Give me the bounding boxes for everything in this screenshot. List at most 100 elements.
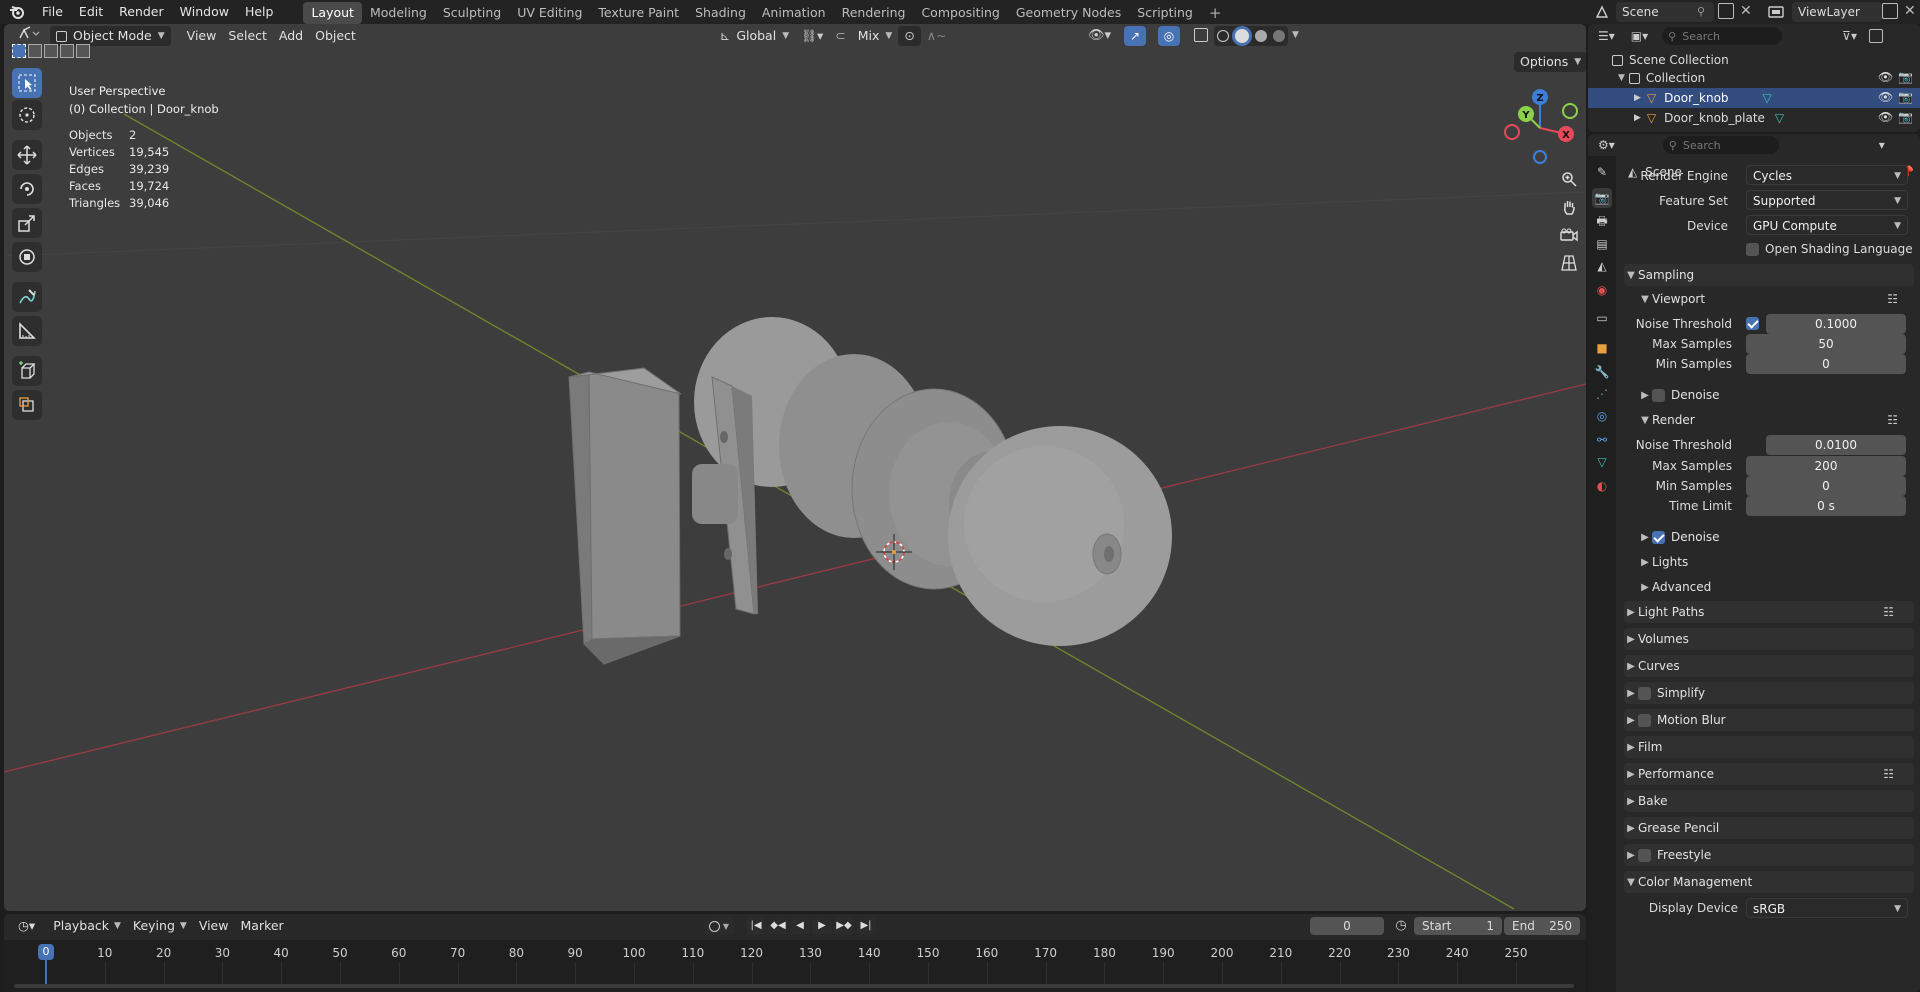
advanced-subpanel-header[interactable]: ▶ Advanced [1638,577,1711,597]
data-tab-icon[interactable]: ▽ [1592,452,1612,472]
cursor-tool[interactable] [12,100,42,130]
curves-panel-header[interactable]: ▶ Curves [1624,655,1914,677]
light-paths-panel-header[interactable]: ▶ Light Paths ☷ [1624,601,1914,623]
zoom-icon[interactable] [1556,166,1582,192]
eye-icon[interactable]: 👁 [1878,90,1893,104]
options-dropdown[interactable]: Options ▼ [1514,52,1586,72]
properties-search-field[interactable]: ⚲ Search [1662,136,1779,154]
film-panel-header[interactable]: ▶ Film [1624,736,1914,758]
feature-set-dropdown[interactable]: Supported ▼ [1746,190,1908,210]
pan-hand-icon[interactable] [1556,194,1582,220]
new-scene-icon[interactable] [1718,3,1734,19]
tab-compositing[interactable]: Compositing [913,2,1007,24]
list-icon[interactable]: ☷ [1887,292,1898,306]
tab-layout[interactable]: Layout [303,1,362,24]
viewport-scene[interactable] [4,24,1586,911]
timeline-scrollbar[interactable] [14,984,1574,988]
pivot-point-icon[interactable]: ⛓▾ [795,26,829,46]
tab-uv-editing[interactable]: UV Editing [509,2,590,24]
material-shading-icon[interactable] [1255,30,1267,42]
display-device-dropdown[interactable]: sRGB ▼ [1746,898,1908,918]
list-icon[interactable]: ☷ [1883,605,1894,619]
motion-blur-panel-header[interactable]: ▶ Motion Blur [1624,709,1914,731]
outliner-editor-type-icon[interactable]: ☰▾ [1598,29,1615,43]
tab-shading[interactable]: Shading [687,2,754,24]
timeline-menu-marker[interactable]: Marker [234,916,289,936]
end-frame-field[interactable]: End 250 [1504,917,1580,935]
select-invert-icon[interactable] [60,44,74,58]
wireframe-shading-icon[interactable] [1217,30,1229,42]
add-workspace-button[interactable]: + [1201,2,1230,24]
particles-tab-icon[interactable]: ⋰ [1592,384,1612,404]
r-denoise-checkbox[interactable] [1652,530,1665,544]
3d-viewport[interactable]: Object Mode ▼ View Select Add Object ⊾ G… [4,24,1586,911]
jump-end-icon[interactable]: ▶| [856,917,876,935]
play-reverse-icon[interactable]: ◀ [790,917,810,935]
motion-blur-checkbox[interactable] [1638,713,1651,727]
tab-rendering[interactable]: Rendering [834,2,914,24]
render-tab-icon[interactable]: 📷 [1592,188,1612,208]
outliner-row-scene-collection[interactable]: Scene Collection [1588,50,1920,70]
eye-icon[interactable]: 👁 [1878,110,1893,124]
r-min-samples-field[interactable]: 0 [1746,476,1906,496]
volumes-panel-header[interactable]: ▶ Volumes [1624,628,1914,650]
timeline-menu-view[interactable]: View [193,916,235,936]
object-tab-icon[interactable]: ■ [1592,338,1612,358]
render-camera-icon[interactable]: 📷 [1898,90,1913,104]
select-intersect-icon[interactable] [76,44,90,58]
color-management-panel-header[interactable]: ▼ Color Management [1624,871,1914,893]
select-subtract-icon[interactable] [44,44,58,58]
menu-object[interactable]: Object [309,26,362,46]
render-engine-dropdown[interactable]: Cycles ▼ [1746,165,1908,185]
scene-tab-icon[interactable]: ◭ [1592,256,1612,276]
simplify-panel-header[interactable]: ▶ Simplify [1624,682,1914,704]
timeline-editor-type-icon[interactable]: ◷▾ [12,916,41,936]
options-icon[interactable]: ▾ [1879,138,1885,152]
select-box-tool[interactable] [12,68,42,98]
delete-view-layer-icon[interactable]: ✕ [1904,3,1916,19]
r-noise-threshold-field[interactable]: 0.0100 [1766,435,1906,455]
collection-tab-icon[interactable]: ▭ [1592,308,1612,328]
start-frame-field[interactable]: Start 1 [1414,917,1502,935]
render-subpanel-header[interactable]: ▼ Render ☷ [1638,410,1908,430]
navigation-gizmo[interactable]: Z X Y [1500,84,1580,164]
menu-window[interactable]: Window [172,0,237,24]
constraints-tab-icon[interactable]: ⚯ [1592,430,1612,450]
xray-icon[interactable] [1194,28,1208,42]
sampling-panel-header[interactable]: ▼ Sampling [1624,264,1914,286]
visibility-icon[interactable]: 👁▾ [1088,28,1111,43]
physics-tab-icon[interactable]: ◎ [1592,406,1612,426]
play-icon[interactable]: ▶ [812,917,832,935]
next-keyframe-icon[interactable]: ▶◆ [834,917,854,935]
filter-icon[interactable]: ⊽▾ [1842,29,1857,43]
simplify-checkbox[interactable] [1638,686,1651,700]
chevron-down-icon[interactable]: ▼ [1292,30,1299,40]
transform-tool[interactable] [12,242,42,272]
display-mode-icon[interactable]: ▣▾ [1631,29,1648,43]
chevron-right-icon[interactable]: ▶ [1634,93,1641,103]
menu-help[interactable]: Help [237,0,282,24]
tab-texture-paint[interactable]: Texture Paint [590,2,687,24]
select-extend-icon[interactable] [28,44,42,58]
grease-pencil-panel-header[interactable]: ▶ Grease Pencil [1624,817,1914,839]
view-layer-field[interactable]: ViewLayer [1792,2,1882,22]
view-layer-tab-icon[interactable]: ▤ [1592,234,1612,254]
perspective-toggle-icon[interactable] [1556,250,1582,276]
snap-icon[interactable]: ⊂ [829,26,851,46]
keying-dropdown[interactable]: Keying ▼ [127,916,193,936]
tab-geometry-nodes[interactable]: Geometry Nodes [1008,2,1129,24]
performance-panel-header[interactable]: ▶ Performance ☷ [1624,763,1914,785]
vp-denoise-checkbox[interactable] [1652,388,1665,402]
outliner-row-door-knob[interactable]: ▶ ▽ Door_knob ▽ 👁 📷 [1588,88,1920,108]
select-new-icon[interactable] [12,44,26,58]
gizmo-toggle-icon[interactable]: ↗ [1124,26,1146,46]
extrude-tool[interactable] [12,390,42,420]
measure-tool[interactable] [12,316,42,346]
new-view-layer-icon[interactable] [1882,3,1898,19]
tab-animation[interactable]: Animation [754,2,834,24]
osl-checkbox[interactable] [1746,242,1759,256]
chevron-right-icon[interactable]: ▶ [1634,113,1641,123]
solid-shading-icon[interactable] [1235,29,1249,43]
auto-keying-icon[interactable]: ▼ [704,917,734,935]
r-denoise-subpanel-header[interactable]: ▶ Denoise [1638,527,1719,547]
